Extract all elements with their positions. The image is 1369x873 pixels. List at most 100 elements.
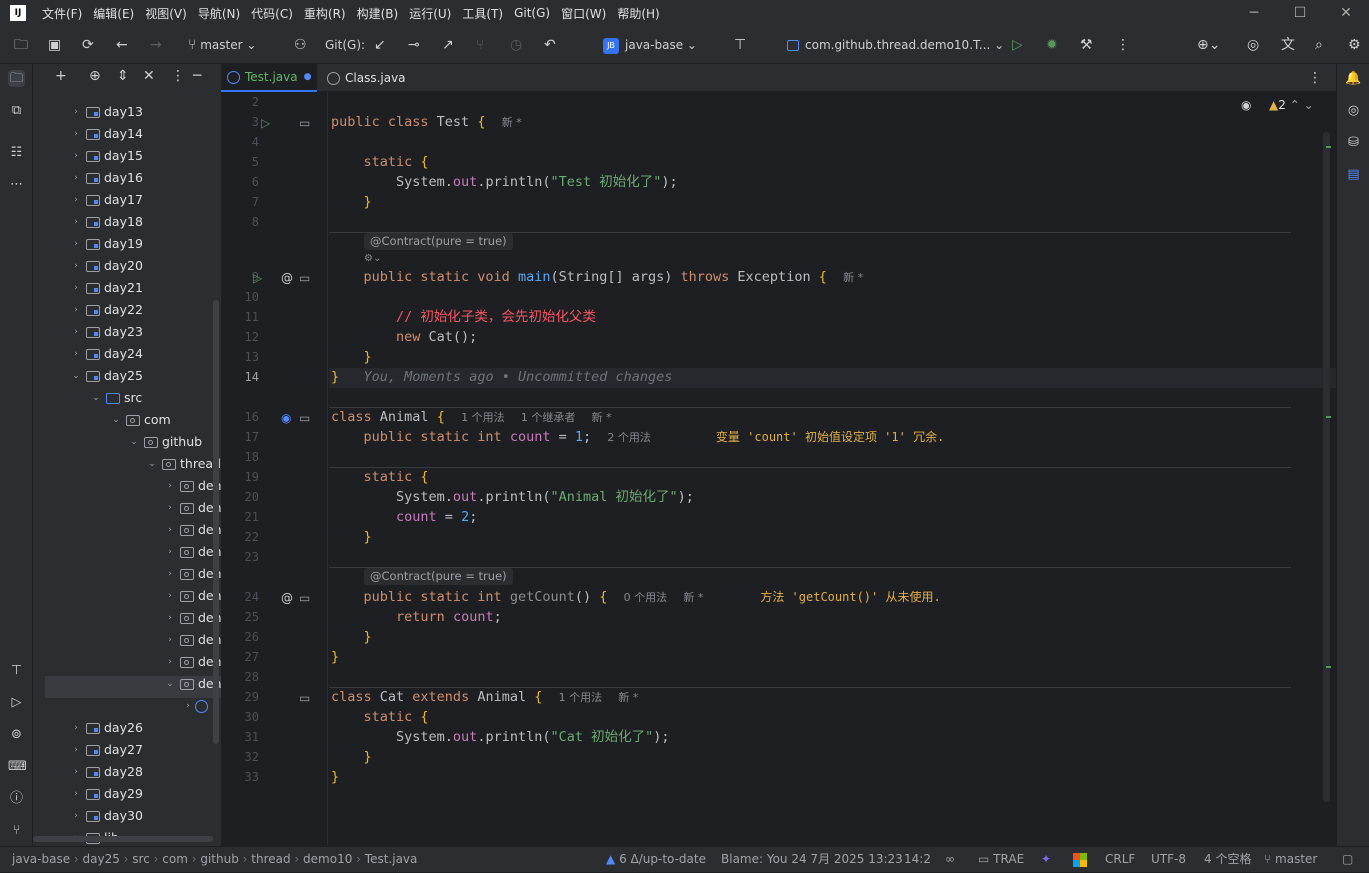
menu-build[interactable]: 构建(B) <box>357 5 399 22</box>
save-icon[interactable]: ▣ <box>48 34 61 56</box>
breadcrumb-item[interactable]: demo10 <box>303 852 352 866</box>
chevron-right-icon[interactable]: › <box>69 233 83 255</box>
tabs-menu-icon[interactable]: ⋮ <box>1308 70 1322 86</box>
tree-node[interactable]: › day28 <box>69 761 143 783</box>
menu-file[interactable]: 文件(F) <box>42 5 82 22</box>
project-selector[interactable]: JB java-base ⌄ <box>603 34 697 56</box>
lock-icon[interactable]: ▢ <box>1342 847 1353 873</box>
chevron-right-icon[interactable]: › <box>69 761 83 783</box>
chevron-right-icon[interactable]: › <box>163 629 177 651</box>
run-gutter-icon[interactable]: ▷ <box>261 116 270 130</box>
terminal-tool-icon[interactable]: ⌨ <box>8 758 27 775</box>
trae-status[interactable]: ▭ TRAE <box>978 847 1024 873</box>
ai-chat-icon[interactable]: ◎ <box>1345 102 1362 119</box>
run-config-selector[interactable]: com.github.thread.demo10.T... ⌄ <box>787 34 1004 56</box>
chevron-right-icon[interactable]: › <box>69 783 83 805</box>
menu-view[interactable]: 视图(V) <box>145 5 187 22</box>
structure-gutter-icon[interactable]: ▭ <box>299 271 310 285</box>
chevron-right-icon[interactable]: › <box>69 145 83 167</box>
chevron-right-icon[interactable]: › <box>69 101 83 123</box>
build-tool-icon[interactable]: ⊤ <box>8 662 25 679</box>
maximize-button[interactable]: ☐ <box>1277 0 1323 26</box>
notifications-icon[interactable]: 🔔 <box>1345 70 1362 87</box>
menu-refactor[interactable]: 重构(R) <box>304 5 346 22</box>
implemented-gutter-icon[interactable]: ◉ <box>281 411 291 425</box>
history-icon[interactable]: ◷ <box>510 34 522 56</box>
folder-icon[interactable]: 🗀 <box>14 34 28 56</box>
breadcrumb-item[interactable]: github <box>200 852 238 866</box>
tree-node[interactable]: ⌄ github <box>127 431 202 453</box>
chevron-down-icon[interactable]: ⌄ <box>145 453 159 475</box>
tree-node[interactable]: › day15 <box>69 145 143 167</box>
menu-help[interactable]: 帮助(H) <box>617 5 659 22</box>
more-icon[interactable]: ⋮ <box>1116 34 1130 56</box>
reader-mode-icon[interactable]: ◉ <box>1241 98 1251 112</box>
vcs-status[interactable]: ▲ 6 Δ/up-to-date <box>606 847 706 873</box>
app-logo-icon[interactable]: IJ <box>10 5 26 21</box>
tree-scrollbar[interactable] <box>213 300 219 744</box>
chevron-down-icon[interactable]: ⌄ <box>69 365 83 387</box>
windows-icon[interactable] <box>1073 847 1087 873</box>
translate-icon[interactable]: 文 <box>1281 34 1295 56</box>
tree-node[interactable]: › day23 <box>69 321 143 343</box>
structure-gutter-icon[interactable]: ▭ <box>299 591 310 605</box>
chevron-right-icon[interactable]: › <box>181 695 195 717</box>
tree-node[interactable]: › day27 <box>69 739 143 761</box>
chevron-right-icon[interactable]: › <box>69 255 83 277</box>
update-icon[interactable]: ⊕⌄ <box>1197 34 1220 56</box>
tab-class-java[interactable]: Class.java <box>321 64 413 92</box>
chevron-right-icon[interactable]: › <box>163 585 177 607</box>
gem-icon[interactable]: ✦ <box>1041 847 1051 873</box>
rollback-icon[interactable]: ↶ <box>544 34 556 56</box>
tree-node[interactable]: ⌄ src <box>89 387 142 409</box>
chevron-right-icon[interactable]: › <box>163 519 177 541</box>
chevron-down-icon[interactable]: ⌄ <box>163 673 177 695</box>
chevron-right-icon[interactable]: › <box>163 651 177 673</box>
tree-node[interactable]: › day21 <box>69 277 143 299</box>
chevron-right-icon[interactable]: › <box>69 299 83 321</box>
branch-selector[interactable]: ⑂ master ⌄ <box>188 34 256 56</box>
inspection-widget[interactable]: ▲2 ⌃ ⌄ <box>1269 98 1314 112</box>
settings-icon[interactable]: ⚙ <box>1348 34 1361 56</box>
tree-node[interactable]: › day19 <box>69 233 143 255</box>
tree-node[interactable]: › day26 <box>69 717 143 739</box>
tree-node[interactable]: › day29 <box>69 783 143 805</box>
chevron-right-icon[interactable]: › <box>69 321 83 343</box>
chevron-right-icon[interactable]: › <box>163 541 177 563</box>
user-icon[interactable]: ⚇ <box>294 34 307 56</box>
chevron-right-icon[interactable]: › <box>163 563 177 585</box>
chevron-right-icon[interactable]: › <box>69 805 83 827</box>
tree-node[interactable]: › day17 <box>69 189 143 211</box>
structure-gutter-icon[interactable]: ▭ <box>299 411 310 425</box>
chevron-right-icon[interactable]: › <box>69 189 83 211</box>
git-tool-icon[interactable]: ⑂ <box>8 822 25 839</box>
project-tool-icon[interactable]: 🗀 <box>8 70 25 87</box>
breadcrumb-item[interactable]: src <box>132 852 150 866</box>
menu-edit[interactable]: 编辑(E) <box>93 5 134 22</box>
plugin-icon[interactable]: ▤ <box>1345 166 1362 183</box>
menu-git[interactable]: Git(G) <box>514 6 550 20</box>
options-icon[interactable]: ⋮ <box>171 68 185 84</box>
vcs-branch-icon[interactable]: ∞ <box>945 847 955 873</box>
tree-node[interactable]: › day13 <box>69 101 143 123</box>
chevron-right-icon[interactable]: › <box>163 497 177 519</box>
git-push-icon[interactable]: ↗ <box>442 34 454 56</box>
back-icon[interactable]: ← <box>116 34 128 56</box>
hammer-build-icon[interactable]: ⊤ <box>734 34 746 56</box>
chevron-right-icon[interactable]: › <box>163 475 177 497</box>
git-merge-icon[interactable]: ⑂ <box>476 34 484 56</box>
tree-node[interactable]: › day14 <box>69 123 143 145</box>
chevron-right-icon[interactable]: › <box>69 167 83 189</box>
tree-hscrollbar[interactable] <box>33 836 213 842</box>
file-encoding[interactable]: UTF-8 <box>1151 847 1186 873</box>
git-commit-icon[interactable]: ⊸ <box>408 34 420 56</box>
tree-node[interactable]: ⌄ thread <box>145 453 221 475</box>
structure-gutter-icon[interactable]: ▭ <box>299 116 310 130</box>
collapse-all-icon[interactable]: ✕ <box>143 68 155 84</box>
run-tool-icon[interactable]: ▷ <box>8 694 25 711</box>
chevron-down-icon[interactable]: ⌄ <box>109 409 123 431</box>
chevron-down-icon[interactable]: ⌄ <box>127 431 141 453</box>
tree-node[interactable]: › day16 <box>69 167 143 189</box>
hide-panel-icon[interactable]: ─ <box>193 68 201 84</box>
contract-gutter-icon[interactable]: @ <box>281 271 293 285</box>
